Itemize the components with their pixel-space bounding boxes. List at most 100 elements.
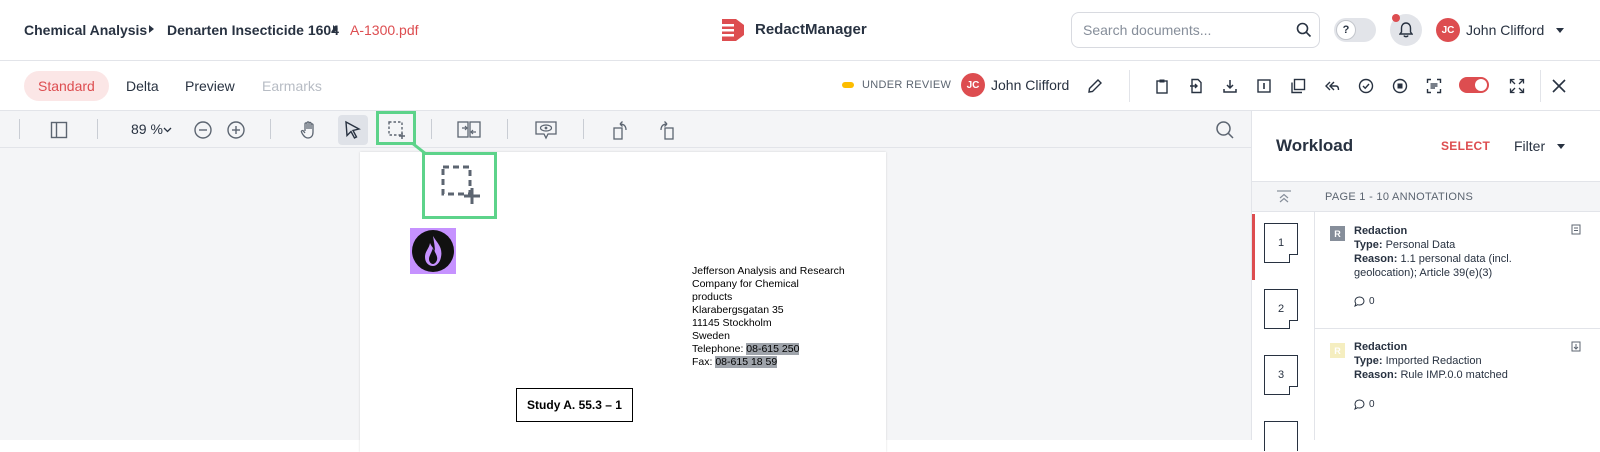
- annotation-item[interactable]: R Redaction Type: Imported Redaction Rea…: [1315, 329, 1600, 440]
- tool-highlight-frame: [376, 111, 416, 145]
- collapse-up-icon[interactable]: [1276, 190, 1292, 204]
- reason-value: 1.1 personal data (incl.: [1397, 253, 1512, 265]
- undo-all-icon[interactable]: [1320, 74, 1344, 98]
- user-menu-name[interactable]: John Clifford: [1466, 22, 1544, 38]
- address-line: 11145 Stockholm: [692, 317, 772, 329]
- redaction-preview-toggle[interactable]: [1459, 77, 1489, 93]
- view-comment-icon[interactable]: [531, 115, 561, 145]
- brand-name: RedactManager: [755, 21, 867, 38]
- annotation-reason-continued: geolocation); Article 39(e)(3): [1354, 267, 1493, 279]
- annotation-title: Redaction: [1354, 225, 1408, 237]
- search-box: [1071, 12, 1320, 48]
- close-icon[interactable]: [1547, 74, 1571, 98]
- annotation-reason: Reason: Rule IMP.0.0 matched: [1354, 368, 1508, 382]
- viewer-toolbar: 89 %: [0, 111, 1251, 148]
- search-icon[interactable]: [1296, 22, 1312, 38]
- comment-count-value: 0: [1369, 296, 1375, 307]
- toolbar-separator: [19, 119, 20, 139]
- search-input[interactable]: [1083, 22, 1283, 38]
- page-thumbnail[interactable]: [1264, 421, 1298, 451]
- ocr-scan-icon[interactable]: [1422, 74, 1446, 98]
- redaction-badge: R: [1330, 343, 1345, 358]
- page-fold-icon: [1289, 254, 1298, 263]
- redacted-telephone[interactable]: 08-615 250: [746, 343, 800, 355]
- zoom-level[interactable]: 89 %: [131, 121, 163, 137]
- zoom-out-icon[interactable]: [188, 115, 218, 145]
- clipboard-icon[interactable]: [1150, 74, 1174, 98]
- page-thumbnail[interactable]: 3: [1264, 355, 1298, 395]
- import-file-icon[interactable]: [1184, 74, 1208, 98]
- fullscreen-icon[interactable]: [1505, 74, 1529, 98]
- fax-line: Fax: 08-615 18 59: [692, 356, 778, 369]
- comment-icon: [1354, 399, 1365, 410]
- download-icon[interactable]: [1218, 74, 1242, 98]
- page-number: 2: [1277, 303, 1285, 315]
- study-title-box: Study A. 55.3 – 1: [516, 388, 633, 422]
- rotate-left-icon[interactable]: [606, 115, 636, 145]
- chevron-down-icon[interactable]: [1556, 28, 1564, 33]
- filter-chevron-down-icon[interactable]: [1557, 144, 1565, 149]
- document-search-icon[interactable]: [1210, 115, 1240, 145]
- breadcrumb-current-file: A-1300.pdf: [350, 22, 419, 38]
- redacted-logo-image[interactable]: [410, 228, 456, 274]
- page-fold-icon: [1289, 320, 1298, 329]
- filter-dropdown[interactable]: Filter: [1514, 138, 1545, 154]
- comment-count-value: 0: [1369, 399, 1375, 410]
- user-avatar[interactable]: JC: [1436, 18, 1460, 42]
- sidebar-panel-icon[interactable]: [44, 115, 74, 145]
- fax-label: Fax:: [692, 356, 716, 368]
- active-page-indicator: [1252, 214, 1255, 280]
- annotation-reason: Reason: 1.1 personal data (incl.: [1354, 252, 1512, 266]
- tab-earmarks: Earmarks: [262, 78, 322, 94]
- edit-pencil-icon[interactable]: [1083, 74, 1107, 98]
- notification-dot: [1392, 14, 1400, 22]
- status-indicator: [842, 82, 854, 88]
- notifications-button[interactable]: [1390, 14, 1422, 46]
- toolbar-separator: [97, 119, 98, 139]
- page-thumbnail[interactable]: 1: [1264, 223, 1298, 263]
- address-line: products: [692, 291, 733, 303]
- help-icon: ?: [1336, 20, 1356, 40]
- approve-check-icon[interactable]: [1354, 74, 1378, 98]
- stop-circle-icon[interactable]: [1388, 74, 1412, 98]
- divider: [1540, 70, 1541, 102]
- type-value: Imported Redaction: [1382, 355, 1482, 367]
- comment-count[interactable]: 0: [1354, 399, 1375, 410]
- compare-pages-icon[interactable]: [454, 115, 484, 145]
- help-mode-toggle[interactable]: ?: [1334, 18, 1376, 42]
- document-viewer[interactable]: Jefferson Analysis and Research Company …: [0, 148, 1251, 452]
- toolbar-separator: [583, 119, 584, 139]
- zoom-chevron-down-icon[interactable]: [163, 127, 172, 133]
- annotation-action-icon[interactable]: [1571, 224, 1581, 235]
- pan-hand-icon[interactable]: [294, 115, 324, 145]
- tab-preview[interactable]: Preview: [171, 71, 249, 101]
- type-label: Type:: [1354, 355, 1383, 367]
- page-number: 1: [1277, 237, 1285, 249]
- comment-icon: [1354, 296, 1365, 307]
- toolbar-separator: [431, 119, 432, 139]
- comment-count[interactable]: 0: [1354, 296, 1375, 307]
- breadcrumb-separator-icon: [149, 25, 154, 33]
- assignee-avatar: JC: [961, 73, 985, 97]
- workload-title: Workload: [1276, 136, 1354, 155]
- document-info-icon[interactable]: [1252, 74, 1276, 98]
- tab-delta[interactable]: Delta: [112, 71, 173, 101]
- redacted-fax[interactable]: 08-615 18 59: [715, 356, 778, 368]
- annotation-title: Redaction: [1354, 341, 1408, 353]
- select-button[interactable]: SELECT: [1441, 139, 1490, 153]
- page-thumbnail[interactable]: 2: [1264, 289, 1298, 329]
- select-cursor-icon[interactable]: [338, 115, 368, 145]
- annotation-item[interactable]: R Redaction Type: Personal Data Reason: …: [1315, 212, 1600, 329]
- assignee-name: John Clifford: [991, 77, 1070, 93]
- page-fold-icon: [1289, 386, 1298, 395]
- tab-standard[interactable]: Standard: [24, 71, 109, 101]
- flame-logo-icon: [412, 230, 454, 272]
- rotate-right-icon[interactable]: [651, 115, 681, 145]
- zoom-in-icon[interactable]: [221, 115, 251, 145]
- breadcrumb-item-chemical-analysis[interactable]: Chemical Analysis: [24, 22, 147, 38]
- reason-label: Reason:: [1354, 369, 1398, 381]
- annotation-action-icon[interactable]: [1571, 341, 1581, 352]
- copy-layers-icon[interactable]: [1286, 74, 1310, 98]
- breadcrumb-item-denarten[interactable]: Denarten Insecticide 1604: [167, 22, 339, 38]
- address-line: Sweden: [692, 330, 730, 342]
